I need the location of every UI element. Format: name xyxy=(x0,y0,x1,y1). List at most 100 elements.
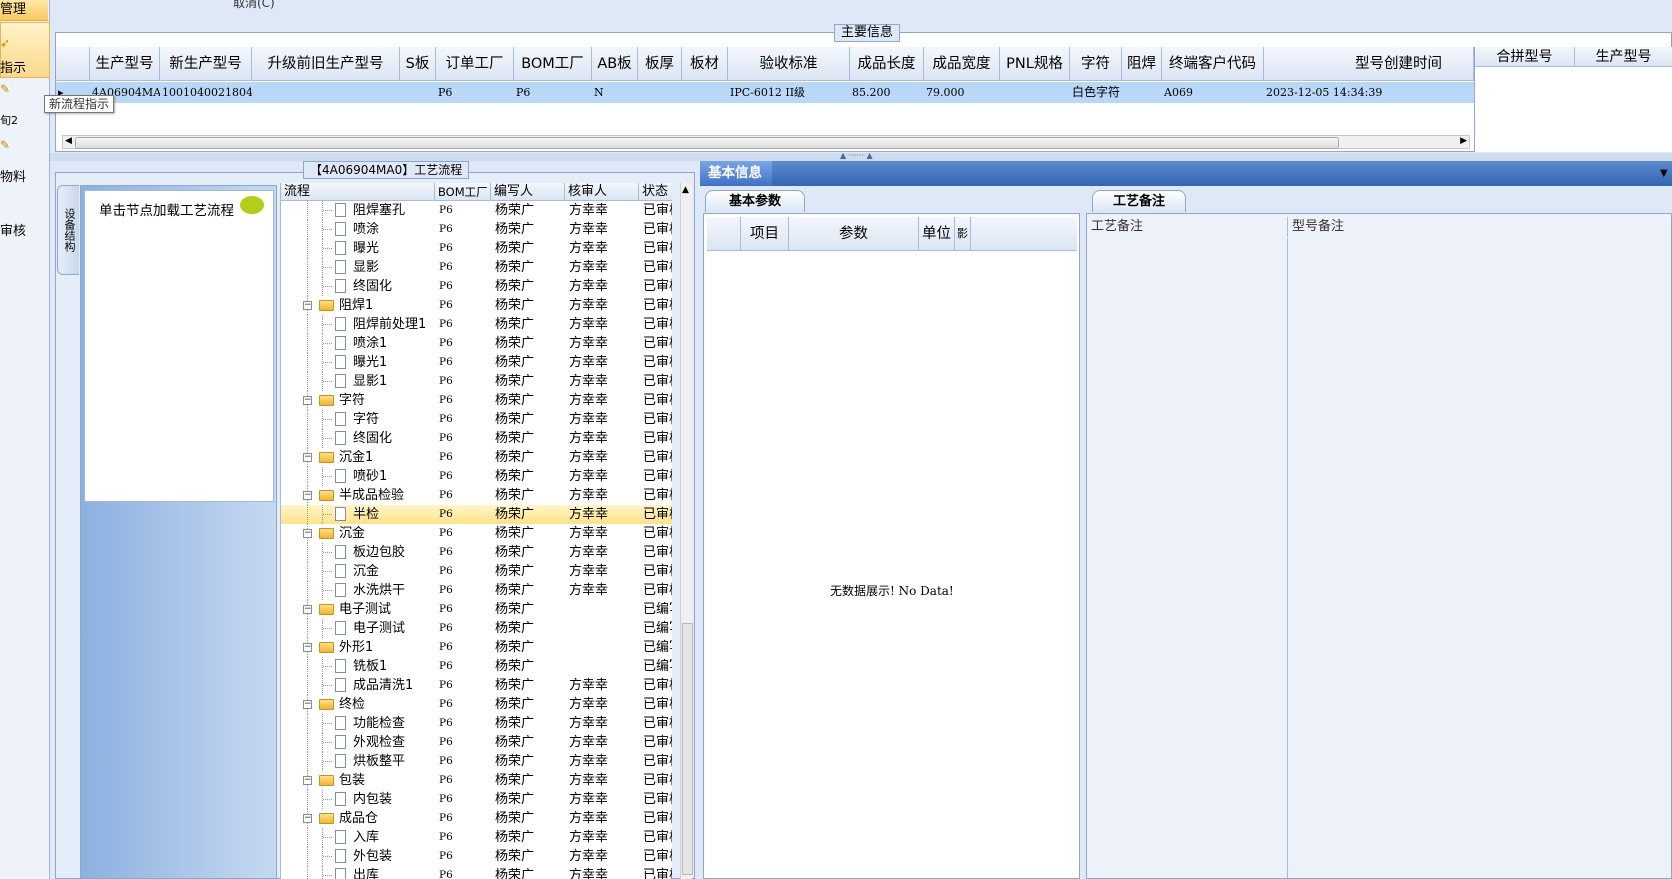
col-header[interactable]: BOM工厂 xyxy=(514,47,592,81)
col-header[interactable]: 型号创建时间 xyxy=(1264,47,1474,81)
col-header[interactable]: BOM工厂 xyxy=(435,183,491,201)
scroll-thumb[interactable] xyxy=(75,137,1339,149)
col-header[interactable]: 阻焊 xyxy=(1122,47,1162,81)
collapse-icon[interactable]: − xyxy=(303,396,312,405)
table-cell[interactable] xyxy=(252,82,400,103)
col-header[interactable]: 生产型号 xyxy=(90,47,160,81)
tree-row[interactable]: 终固化 P6 杨荣广 方幸幸 已审核 xyxy=(281,277,672,296)
tree-row[interactable]: 入库 P6 杨荣广 方幸幸 已审核 xyxy=(281,828,672,847)
node-box[interactable]: 单击节点加载工艺流程 xyxy=(84,190,274,502)
scroll-up-icon[interactable]: ▲ xyxy=(682,185,689,195)
col-header[interactable]: 新生产型号 xyxy=(160,47,252,81)
collapse-icon[interactable]: − xyxy=(303,491,312,500)
col-header[interactable]: 板厚 xyxy=(638,47,682,81)
tree-row[interactable]: 功能检查 P6 杨荣广 方幸幸 已审核 xyxy=(281,714,672,733)
tree-row[interactable]: 阻焊前处理1 P6 杨荣广 方幸幸 已审核 xyxy=(281,315,672,334)
tree-row[interactable]: − 字符 P6 杨荣广 方幸幸 已审核 xyxy=(281,391,672,410)
tree-row[interactable]: − 半成品检验 P6 杨荣广 方幸幸 已审核 xyxy=(281,486,672,505)
table-cell[interactable]: P6 xyxy=(514,82,592,103)
table-cell[interactable]: A069 xyxy=(1162,82,1264,103)
tree-row[interactable]: 显影1 P6 杨荣广 方幸幸 已审核 xyxy=(281,372,672,391)
collapse-icon[interactable]: − xyxy=(303,643,312,652)
vertical-scrollbar[interactable]: ▲ xyxy=(680,183,693,879)
tab-process-remarks[interactable]: 工艺备注 xyxy=(1092,190,1186,212)
tree-row[interactable]: 字符 P6 杨荣广 方幸幸 已审核 xyxy=(281,410,672,429)
table-cell[interactable]: 白色字符 xyxy=(1070,82,1122,103)
horizontal-splitter[interactable]: ▲ ······ ▲ xyxy=(50,151,1672,161)
tree-row[interactable]: 喷涂1 P6 杨荣广 方幸幸 已审核 xyxy=(281,334,672,353)
collapse-icon[interactable]: − xyxy=(303,776,312,785)
collapse-icon[interactable]: − xyxy=(303,529,312,538)
collapse-icon[interactable]: − xyxy=(303,700,312,709)
col-header[interactable]: 成品长度 xyxy=(850,47,924,81)
tree-row[interactable]: 外观检查 P6 杨荣广 方幸幸 已审核 xyxy=(281,733,672,752)
nav-item-0[interactable]: 指示 xyxy=(0,57,26,76)
table-cell[interactable] xyxy=(638,82,682,103)
tree-row[interactable]: 显影 P6 杨荣广 方幸幸 已审核 xyxy=(281,258,672,277)
tree-row[interactable]: 内包装 P6 杨荣广 方幸幸 已审核 xyxy=(281,790,672,809)
grid-corner[interactable] xyxy=(56,47,90,81)
tree-row[interactable]: 沉金 P6 杨荣广 方幸幸 已审核 xyxy=(281,562,672,581)
tree-row[interactable]: 电子测试 P6 杨荣广 已编写 xyxy=(281,619,672,638)
col-header[interactable]: 型号备注 xyxy=(1287,217,1667,237)
nav-header[interactable]: 管理 xyxy=(0,0,48,21)
tree-row[interactable]: 烘板整平 P6 杨荣广 方幸幸 已审核 xyxy=(281,752,672,771)
tree-row[interactable]: − 包装 P6 杨荣广 方幸幸 已审核 xyxy=(281,771,672,790)
col-header[interactable]: 验收标准 xyxy=(728,47,850,81)
col-header[interactable]: 成品宽度 xyxy=(924,47,1000,81)
col-header[interactable]: 升级前旧生产型号 xyxy=(252,47,400,81)
dropdown-arrow-icon[interactable]: ▼ xyxy=(1660,168,1668,179)
table-cell[interactable]: 85.200 xyxy=(850,82,924,103)
horizontal-scrollbar[interactable]: ◀ ▶ xyxy=(62,135,1470,149)
tree-row[interactable]: − 阻焊1 P6 杨荣广 方幸幸 已审核 xyxy=(281,296,672,315)
tree-row[interactable]: − 成品仓 P6 杨荣广 方幸幸 已审核 xyxy=(281,809,672,828)
tree-row[interactable]: − 外形1 P6 杨荣广 已编写 xyxy=(281,638,672,657)
side-tab[interactable]: 设备结构 xyxy=(57,185,79,275)
col-header[interactable]: 参数 xyxy=(789,217,919,251)
col-header[interactable]: 核审人 xyxy=(565,183,639,201)
nav-item-1[interactable]: 旬2 xyxy=(0,112,18,128)
collapse-icon[interactable]: − xyxy=(303,605,312,614)
col-header[interactable]: 合拼型号 xyxy=(1475,47,1575,67)
col-header[interactable]: PNL规格 xyxy=(1000,47,1070,81)
col-header[interactable]: 生产型号 xyxy=(1575,47,1672,67)
tree-row[interactable]: − 电子测试 P6 杨荣广 已编写 xyxy=(281,600,672,619)
table-cell[interactable]: 79.000 xyxy=(924,82,1000,103)
tree-row[interactable]: − 沉金 P6 杨荣广 方幸幸 已审核 xyxy=(281,524,672,543)
col-header[interactable]: 板材 xyxy=(682,47,728,81)
tab-basic-info[interactable]: 基本信息 xyxy=(700,161,772,186)
collapse-icon[interactable]: − xyxy=(303,301,312,310)
table-cell[interactable]: P6 xyxy=(436,82,514,103)
nav-item-3[interactable]: 审核 xyxy=(0,220,26,239)
table-cell[interactable]: 2023-12-05 14:34:39 xyxy=(1264,82,1474,103)
col-header[interactable]: 编写人 xyxy=(491,183,565,201)
col-header[interactable]: 订单工厂 xyxy=(436,47,514,81)
tree-row[interactable]: − 终检 P6 杨荣广 方幸幸 已审核 xyxy=(281,695,672,714)
grid-corner[interactable] xyxy=(707,217,741,251)
col-header[interactable]: 终端客户代码 xyxy=(1162,47,1264,81)
nav-item-2[interactable]: 物料 xyxy=(0,166,26,185)
table-cell[interactable]: 10010400218040 xyxy=(160,82,252,103)
col-header[interactable]: S板 xyxy=(400,47,436,81)
tree-row[interactable]: − 沉金1 P6 杨荣广 方幸幸 已审核 xyxy=(281,448,672,467)
tree-row[interactable]: 终固化 P6 杨荣广 方幸幸 已审核 xyxy=(281,429,672,448)
table-cell[interactable]: IPC-6012 II级 xyxy=(728,82,850,103)
tree-row[interactable]: 外包装 P6 杨荣广 方幸幸 已审核 xyxy=(281,847,672,866)
tree-row[interactable]: 曝光1 P6 杨荣广 方幸幸 已审核 xyxy=(281,353,672,372)
tree-row[interactable]: 喷涂 P6 杨荣广 方幸幸 已审核 xyxy=(281,220,672,239)
col-header[interactable]: 状态 xyxy=(639,183,672,201)
table-cell[interactable] xyxy=(682,82,728,103)
tree-row[interactable]: 板边包胶 P6 杨荣广 方幸幸 已审核 xyxy=(281,543,672,562)
scroll-left-icon[interactable]: ◀ xyxy=(65,136,72,146)
splitter-grip-icon[interactable]: ▲ ······ ▲ xyxy=(840,151,873,160)
tree-row[interactable]: 曝光 P6 杨荣广 方幸幸 已审核 xyxy=(281,239,672,258)
tree-row[interactable]: 铣板1 P6 杨荣广 已编写 xyxy=(281,657,672,676)
scroll-right-icon[interactable]: ▶ xyxy=(1460,136,1467,146)
tree-row[interactable]: 水洗烘干 P6 杨荣广 方幸幸 已审核 xyxy=(281,581,672,600)
tree-row[interactable]: 半检 P6 杨荣广 方幸幸 已审核 xyxy=(281,505,672,524)
table-cell[interactable]: N xyxy=(592,82,638,103)
cancel-button[interactable]: 取消(C) xyxy=(233,0,275,11)
col-header[interactable]: 单位 xyxy=(919,217,955,251)
col-header[interactable]: 项目 xyxy=(741,217,789,251)
tree-row[interactable]: 喷砂1 P6 杨荣广 方幸幸 已审核 xyxy=(281,467,672,486)
